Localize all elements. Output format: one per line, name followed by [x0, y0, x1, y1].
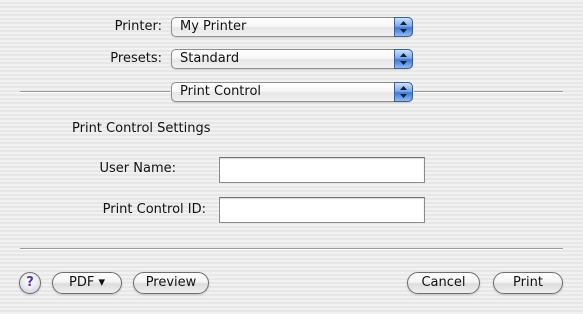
- popup-arrows-icon: [394, 82, 413, 102]
- pdf-button[interactable]: PDF ▾: [52, 272, 122, 294]
- printer-label: Printer:: [114, 19, 162, 34]
- preview-button[interactable]: Preview: [133, 272, 209, 294]
- print-control-id-label: Print Control ID:: [102, 202, 206, 217]
- section-title: Print Control Settings: [72, 121, 211, 136]
- presets-label: Presets:: [110, 51, 162, 66]
- panel-popup[interactable]: Print Control: [171, 82, 413, 102]
- popup-arrows-icon: [394, 49, 413, 69]
- cancel-button[interactable]: Cancel: [407, 272, 480, 294]
- presets-popup[interactable]: Standard: [171, 49, 413, 69]
- panel-separator-left: [20, 91, 170, 93]
- presets-popup-value: Standard: [180, 51, 240, 66]
- user-name-label: User Name:: [99, 161, 177, 176]
- panel-popup-value: Print Control: [180, 84, 262, 99]
- user-name-field[interactable]: [219, 157, 425, 183]
- help-button[interactable]: ?: [19, 272, 41, 294]
- printer-popup-value: My Printer: [180, 19, 247, 34]
- printer-popup[interactable]: My Printer: [171, 17, 413, 37]
- print-button[interactable]: Print: [493, 272, 563, 294]
- popup-arrows-icon: [394, 17, 413, 37]
- panel-separator-right: [414, 91, 563, 93]
- print-control-id-field[interactable]: [219, 197, 425, 223]
- footer-separator: [20, 248, 563, 250]
